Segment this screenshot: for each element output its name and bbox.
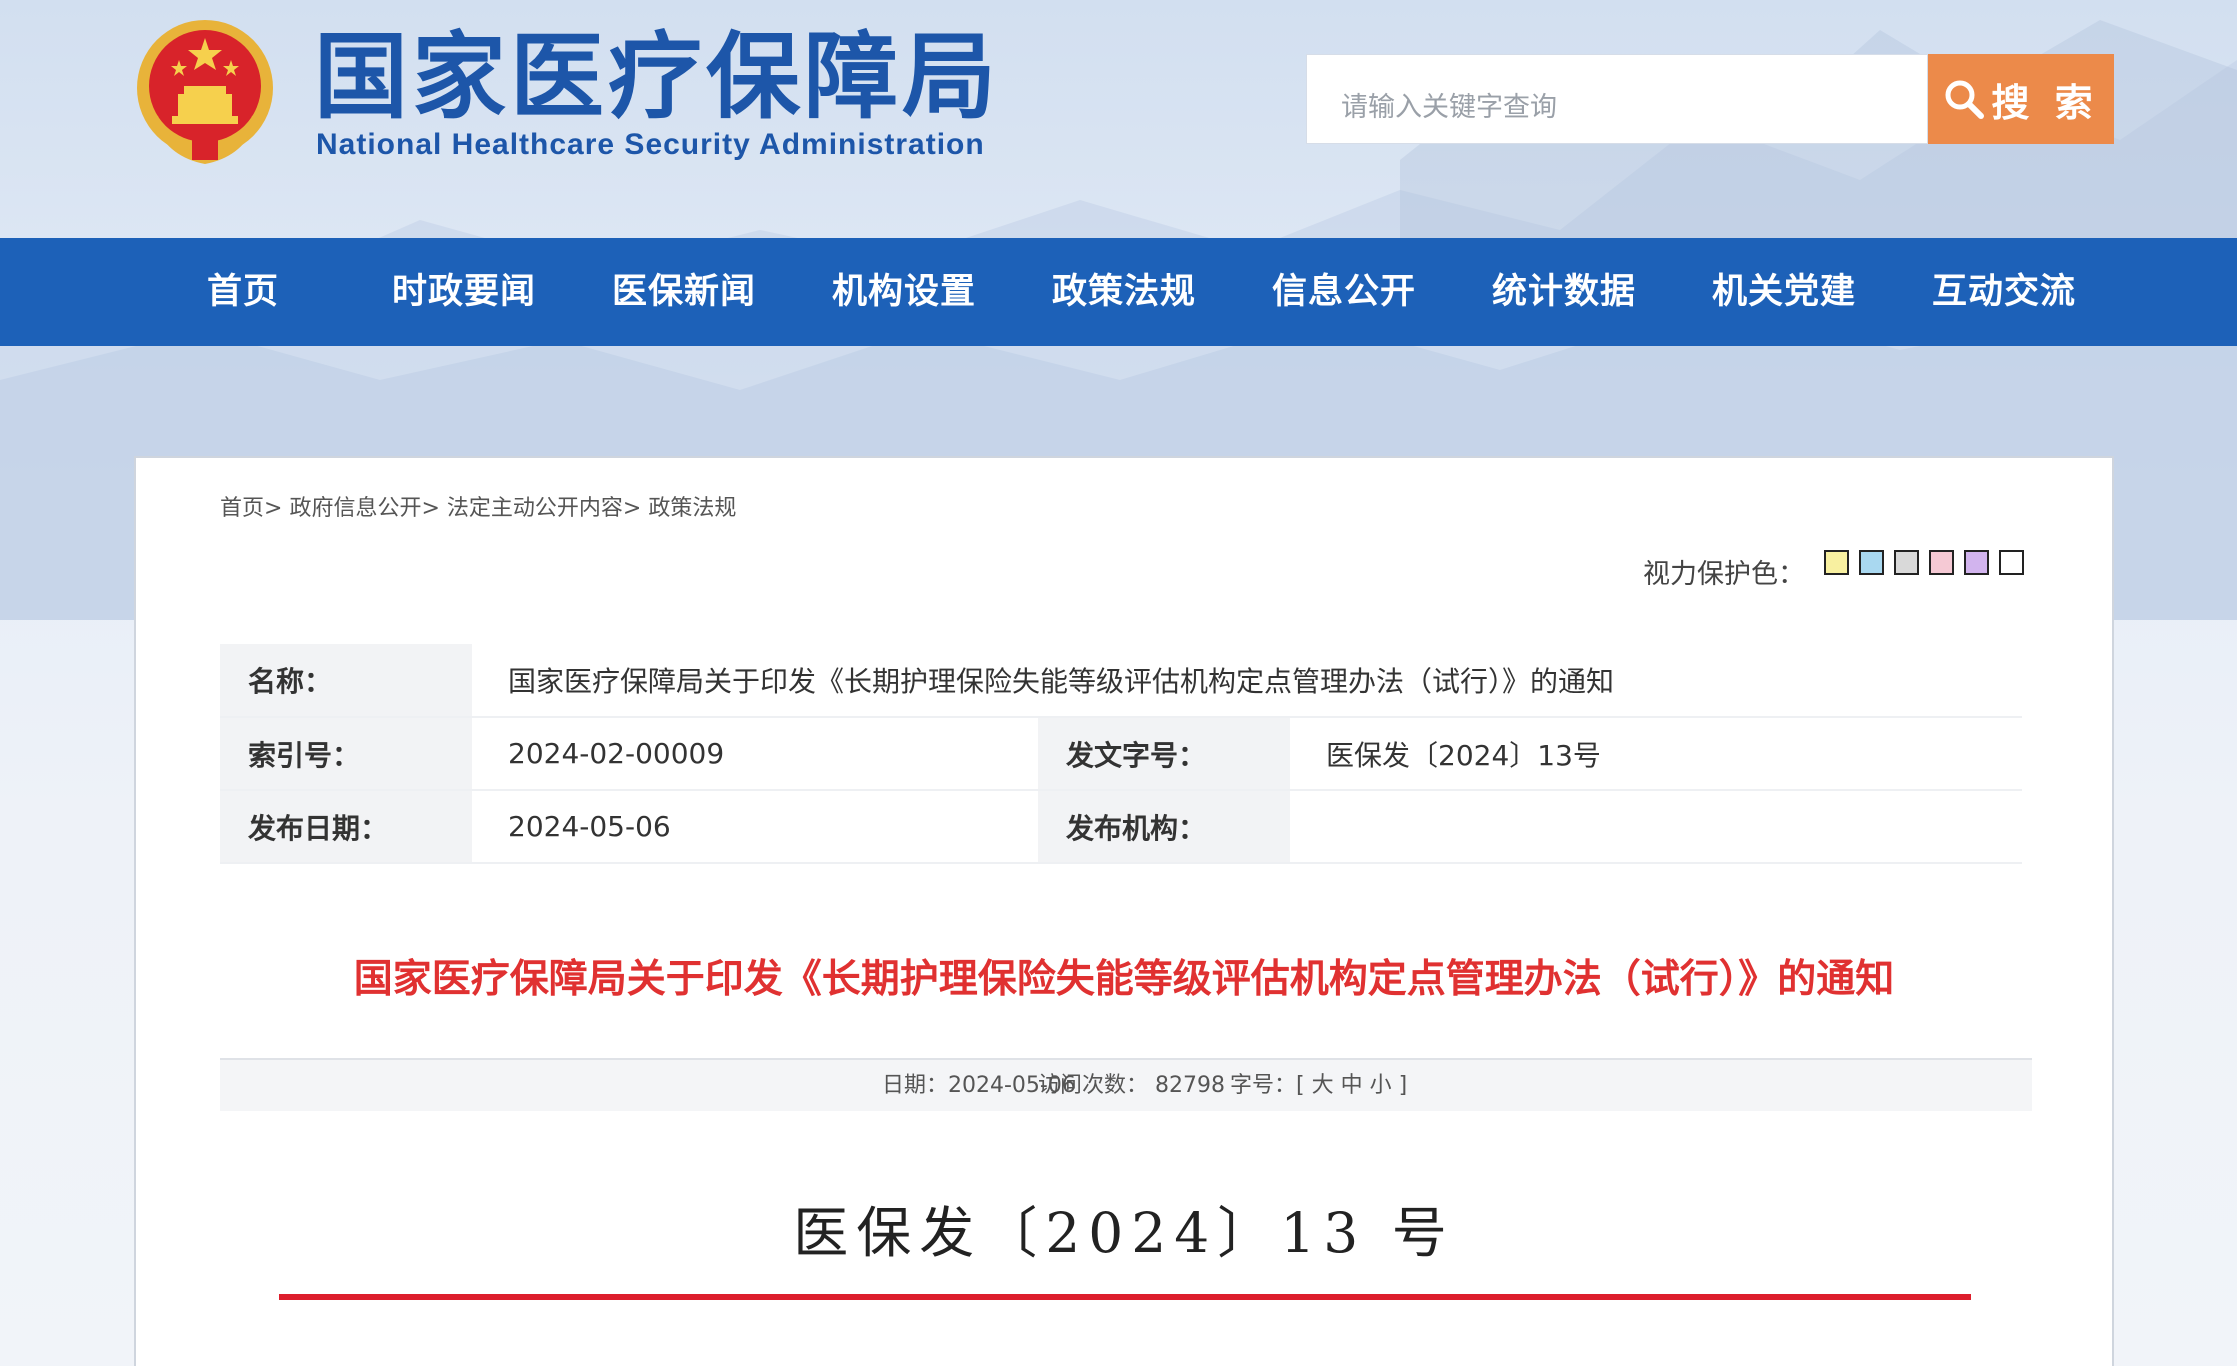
info-row-name: 名称： 国家医疗保障局关于印发《长期护理保险失能等级评估机构定点管理办法（试行）… — [220, 644, 2022, 718]
font-size-large[interactable]: 大 — [1312, 1073, 1334, 1098]
date-label: 发布日期： — [220, 790, 472, 864]
nav-item-politics[interactable]: 时政要闻 — [364, 238, 564, 346]
org-value — [1290, 790, 2022, 864]
nav-item-home[interactable]: 首页 — [143, 238, 343, 346]
vision-color-yellow[interactable] — [1824, 550, 1849, 575]
site-header: 国家医疗保障局 National Healthcare Security Adm… — [0, 0, 2237, 238]
red-divider — [279, 1294, 1971, 1300]
document-meta-bar: 日期：2024-05-06 访问次数： 82798 字号：[ 大 中 小 ] — [220, 1058, 2032, 1111]
name-value: 国家医疗保障局关于印发《长期护理保险失能等级评估机构定点管理办法（试行）》的通知 — [472, 644, 2022, 718]
docno-label: 发文字号： — [1038, 717, 1290, 791]
vision-color-blue[interactable] — [1859, 550, 1884, 575]
vision-color-white[interactable] — [1999, 550, 2024, 575]
breadcrumb-home[interactable]: 首页> — [220, 496, 282, 521]
docno-value: 医保发〔2024〕13号 — [1290, 717, 2022, 791]
breadcrumb-gov-info[interactable]: 政府信息公开> — [289, 496, 439, 521]
national-emblem-logo[interactable] — [132, 16, 278, 168]
document-info-table: 名称： 国家医疗保障局关于印发《长期护理保险失能等级评估机构定点管理办法（试行）… — [220, 644, 2022, 864]
main-nav: 首页 时政要闻 医保新闻 机构设置 政策法规 信息公开 统计数据 机关党建 互动… — [0, 238, 2237, 346]
nav-item-statistics[interactable]: 统计数据 — [1464, 238, 1664, 346]
font-size-medium[interactable]: 中 — [1341, 1073, 1363, 1098]
date-value: 2024-05-06 — [472, 790, 1038, 864]
site-title: 国家医疗保障局 — [314, 22, 1001, 132]
vision-color-gray[interactable] — [1894, 550, 1919, 575]
info-row-date: 发布日期： 2024-05-06 发布机构： — [220, 790, 2022, 864]
meta-font-size: 字号：[ 大 中 小 ] — [1230, 1060, 1407, 1111]
document-title: 国家医疗保障局关于印发《长期护理保险失能等级评估机构定点管理办法（试行）》的通知 — [353, 957, 1895, 1002]
document-number: 医保发〔2024〕13 号 — [793, 1201, 1455, 1265]
nav-item-news[interactable]: 医保新闻 — [584, 238, 784, 346]
search-button-label: 搜 索 — [1991, 80, 2099, 125]
nav-item-party[interactable]: 机关党建 — [1684, 238, 1884, 346]
nav-item-organization[interactable]: 机构设置 — [804, 238, 1004, 346]
index-label: 索引号： — [220, 717, 472, 791]
font-size-close: ] — [1398, 1073, 1408, 1098]
search-icon — [1945, 80, 1985, 119]
info-row-index: 索引号： 2024-02-00009 发文字号： 医保发〔2024〕13号 — [220, 717, 2022, 791]
breadcrumb-policy[interactable]: 政策法规 — [648, 496, 736, 521]
org-label: 发布机构： — [1038, 790, 1290, 864]
index-value: 2024-02-00009 — [472, 717, 1038, 791]
site-subtitle: National Healthcare Security Administrat… — [316, 128, 985, 161]
vision-color-pink[interactable] — [1929, 550, 1954, 575]
breadcrumb: 首页> 政府信息公开> 法定主动公开内容> 政策法规 — [220, 490, 736, 522]
nav-item-disclosure[interactable]: 信息公开 — [1244, 238, 1444, 346]
search-input[interactable]: 请输入关键字查询 — [1306, 54, 1928, 144]
font-size-small[interactable]: 小 — [1370, 1073, 1392, 1098]
content-panel: 首页> 政府信息公开> 法定主动公开内容> 政策法规 视力保护色： 名称： 国家… — [134, 456, 2114, 1366]
nav-item-policy[interactable]: 政策法规 — [1024, 238, 1224, 346]
name-label: 名称： — [220, 644, 472, 718]
vision-protection-label: 视力保护色： — [1643, 559, 1805, 590]
vision-color-purple[interactable] — [1964, 550, 1989, 575]
nav-item-interaction[interactable]: 互动交流 — [1904, 238, 2104, 346]
font-size-label: 字号：[ — [1230, 1073, 1305, 1098]
search-button[interactable]: 搜 索 — [1928, 54, 2114, 144]
breadcrumb-statutory[interactable]: 法定主动公开内容> — [447, 496, 641, 521]
meta-visits: 访问次数： 82798 — [1038, 1073, 1225, 1098]
